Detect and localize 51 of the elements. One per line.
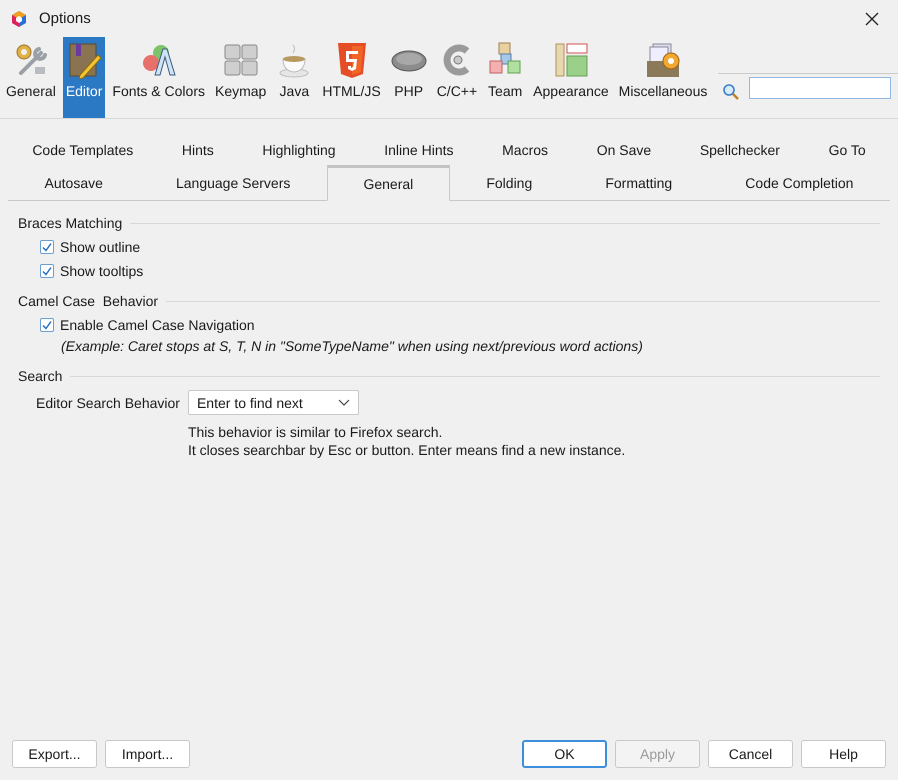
tab[interactable]: Autosave [8, 165, 140, 200]
tab[interactable]: Hints [158, 139, 238, 165]
tab[interactable]: Code Completion [708, 165, 890, 200]
tab[interactable]: On Save [572, 139, 676, 165]
window-title: Options [39, 10, 91, 27]
search-icon [722, 83, 739, 100]
tab[interactable]: Language Servers [139, 165, 327, 200]
dialog-button[interactable]: Help [801, 740, 886, 768]
category-button[interactable]: Editor [62, 37, 106, 118]
category-button[interactable]: Fonts & Colors [109, 37, 208, 118]
checkbox-label[interactable]: Show outline [60, 239, 140, 255]
tab[interactable]: General [326, 165, 450, 201]
checkbox-label[interactable]: Enable Camel Case Navigation [60, 317, 255, 333]
checkbox[interactable] [40, 264, 54, 278]
tab[interactable]: Macros [478, 139, 572, 165]
category-button[interactable]: Appearance [530, 37, 612, 118]
checkbox[interactable] [40, 318, 54, 332]
category-button[interactable]: General [3, 37, 59, 118]
dropdown[interactable]: Enter to find next [188, 390, 359, 415]
dialog-button[interactable]: OK [522, 740, 607, 768]
category-button[interactable]: Keymap [212, 37, 270, 118]
hint-text: (Example: Caret stops at S, T, N in "SomeTypeName" when using next/previous word actions) [61, 338, 644, 354]
chevron-down-icon [338, 398, 350, 406]
tab[interactable]: Formatting [568, 165, 709, 200]
app-logo-icon [10, 10, 28, 28]
description-text: It closes searchbar by Esc or button. Enter means find a new instance. [188, 442, 626, 458]
tab[interactable]: Highlighting [238, 139, 360, 165]
section-title: Braces Matching [18, 215, 122, 231]
checkbox-label[interactable]: Show tooltips [60, 263, 144, 279]
category-button[interactable]: Team [484, 37, 526, 118]
category-button[interactable]: PHP [388, 37, 430, 118]
search-field[interactable] [749, 77, 891, 99]
category-button[interactable]: Java [273, 37, 316, 118]
section-title: Search [18, 368, 62, 384]
description-text: This behavior is similar to Firefox search. [188, 423, 444, 442]
checkbox[interactable] [40, 240, 54, 254]
layout-icon [552, 41, 589, 79]
category-button[interactable]: Miscellaneous [616, 37, 710, 118]
field-label: Editor Search Behavior [36, 395, 180, 411]
tab[interactable]: Spellchecker [676, 139, 804, 165]
tab[interactable]: Code Templates [8, 139, 158, 165]
tab[interactable]: Inline Hints [360, 139, 478, 165]
folder-gear-icon [645, 41, 682, 79]
category-button[interactable]: HTML/JS [319, 37, 384, 118]
tab[interactable]: Go To [804, 139, 890, 165]
tab[interactable]: Folding [450, 165, 569, 200]
category-button[interactable]: C/C++ [434, 37, 480, 118]
dialog-button[interactable]: Export... [12, 740, 97, 768]
dialog-button[interactable]: Import... [105, 740, 190, 768]
dialog-button[interactable]: Cancel [708, 740, 793, 768]
section-title: Camel Case Behavior [18, 293, 158, 309]
